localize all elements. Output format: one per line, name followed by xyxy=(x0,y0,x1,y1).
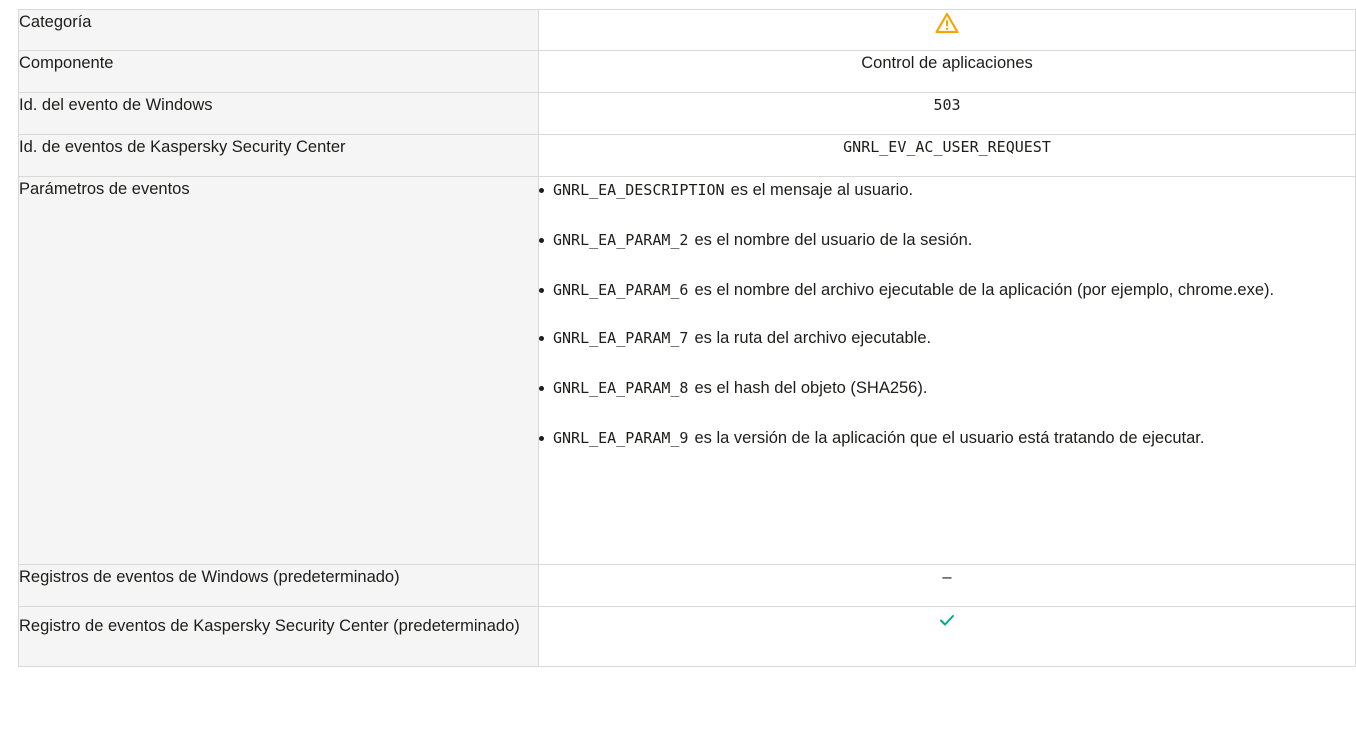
list-item: GNRL_EA_PARAM_8 es el hash del objeto (SH… xyxy=(539,375,1355,401)
param-text: es la versión de la aplicación que el us… xyxy=(694,429,1205,447)
table-row: Componente Control de aplicaciones xyxy=(18,50,1356,93)
component-value: Control de aplicaciones xyxy=(538,50,1356,93)
component-label: Componente xyxy=(18,50,539,93)
table-row: Registros de eventos de Windows (predete… xyxy=(18,564,1356,607)
param-code: GNRL_EA_PARAM_6 xyxy=(553,281,689,299)
param-code: GNRL_EA_DESCRIPTION xyxy=(553,181,725,199)
list-item: GNRL_EA_PARAM_7 es la ruta del archivo ej… xyxy=(539,325,1355,351)
param-text: es el nombre del archivo ejecutable de l… xyxy=(694,281,1275,299)
table-row: Categoría xyxy=(18,9,1356,51)
list-item: GNRL_EA_PARAM_9 es la versión de la aplic… xyxy=(539,425,1355,451)
windows-logs-label: Registros de eventos de Windows (predete… xyxy=(18,564,539,607)
param-text: es el hash del objeto (SHA256). xyxy=(694,379,928,397)
ksc-event-id-label: Id. de eventos de Kaspersky Security Cen… xyxy=(18,134,539,177)
event-params-value: GNRL_EA_DESCRIPTION es el mensaje al usua… xyxy=(538,176,1356,565)
table-row: Registro de eventos de Kaspersky Securit… xyxy=(18,606,1356,667)
ksc-log-value xyxy=(538,606,1356,667)
event-params-list: GNRL_EA_DESCRIPTION es el mensaje al usua… xyxy=(539,177,1355,451)
param-code: GNRL_EA_PARAM_9 xyxy=(553,429,689,447)
table-row: Parámetros de eventos GNRL_EA_DESCRIPTIO… xyxy=(18,176,1356,565)
category-label: Categoría xyxy=(18,9,539,51)
ksc-log-label: Registro de eventos de Kaspersky Securit… xyxy=(18,606,539,667)
list-item: GNRL_EA_DESCRIPTION es el mensaje al usua… xyxy=(539,177,1355,203)
param-text: es el mensaje al usuario. xyxy=(730,181,914,199)
event-params-label: Parámetros de eventos xyxy=(18,176,539,565)
windows-event-id-label: Id. del evento de Windows xyxy=(18,92,539,135)
windows-logs-value: – xyxy=(538,564,1356,607)
param-text: es el nombre del usuario de la sesión. xyxy=(694,231,973,249)
category-value xyxy=(538,9,1356,51)
event-properties-page: Categoría Componente Control de aplicaci… xyxy=(0,0,1356,737)
param-code: GNRL_EA_PARAM_7 xyxy=(553,329,689,347)
list-item: GNRL_EA_PARAM_6 es el nombre del archivo … xyxy=(539,277,1355,303)
param-code: GNRL_EA_PARAM_2 xyxy=(553,231,689,249)
param-code: GNRL_EA_PARAM_8 xyxy=(553,379,689,397)
list-item: GNRL_EA_PARAM_2 es el nombre del usuario … xyxy=(539,227,1355,253)
param-text: es la ruta del archivo ejecutable. xyxy=(694,329,932,347)
check-icon xyxy=(940,614,954,626)
warning-icon xyxy=(935,12,959,33)
table-row: Id. de eventos de Kaspersky Security Cen… xyxy=(18,134,1356,177)
windows-event-id-value: 503 xyxy=(538,92,1356,135)
table-row: Id. del evento de Windows 503 xyxy=(18,92,1356,135)
ksc-event-id-value: GNRL_EV_AC_USER_REQUEST xyxy=(538,134,1356,177)
event-properties-table: Categoría Componente Control de aplicaci… xyxy=(18,9,1356,667)
